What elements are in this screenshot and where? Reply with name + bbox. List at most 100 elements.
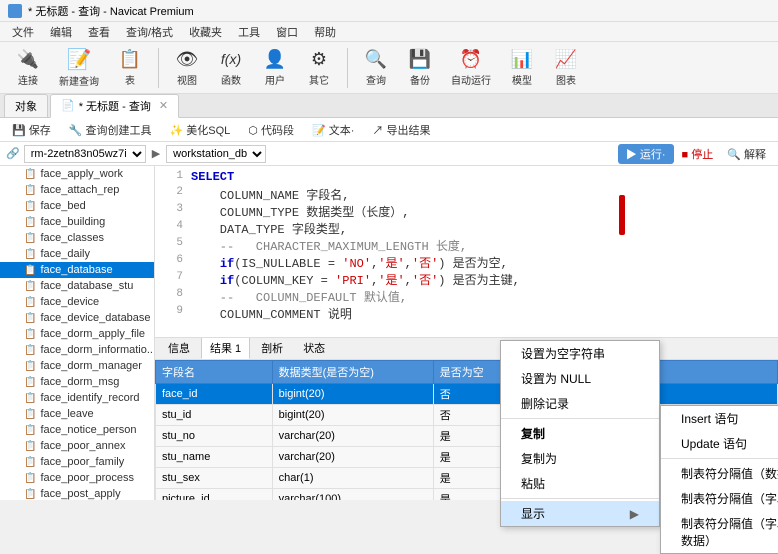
user-label: 用户 (265, 72, 285, 87)
table-button[interactable]: 📋 表 (110, 46, 150, 90)
col-header-type: 数据类型(是否为空) (272, 360, 433, 383)
tab-objects[interactable]: 对象 (4, 94, 48, 117)
ctx-show[interactable]: 显示 ▶ (501, 501, 659, 526)
other-button[interactable]: ⚙ 其它 (299, 46, 339, 90)
menu-view[interactable]: 查看 (80, 22, 118, 42)
ctx-sep2 (501, 498, 659, 499)
cell-type: char(1) (272, 467, 433, 488)
connect-button[interactable]: 🔌 连接 (8, 46, 48, 90)
arrow-icon: ▶ (150, 147, 162, 160)
tab-profile[interactable]: 剖析 (252, 338, 292, 360)
sub-ctx-tab-data[interactable]: 制表符分隔值（数据） (661, 461, 778, 486)
tab-info[interactable]: 信息 (159, 338, 199, 360)
save-button[interactable]: 💾 保存 (6, 121, 57, 139)
menu-help[interactable]: 帮助 (306, 22, 344, 42)
ctx-copy-label: 复制 (521, 425, 545, 442)
menu-file[interactable]: 文件 (4, 22, 42, 42)
function-button[interactable]: f(x) 函数 (211, 46, 251, 90)
sidebar-item-face-poor-process[interactable]: 📋 face_poor_process (0, 470, 154, 486)
menu-edit[interactable]: 编辑 (42, 22, 80, 42)
ctx-paste[interactable]: 粘贴 (501, 471, 659, 496)
tab-query-label: * 无标题 - 查询 (79, 98, 151, 114)
sidebar-item-face-leave[interactable]: 📋 face_leave (0, 406, 154, 422)
table-row[interactable]: face_id bigint(20) 否 是 ID (156, 383, 778, 404)
tab-query[interactable]: 📄 * 无标题 - 查询 ✕ (50, 94, 179, 118)
sub-ctx-sep (661, 458, 778, 459)
code-editor[interactable]: 1 SELECT 2 COLUMN_NAME 字段名, 3 COLUMN_TYP… (155, 166, 778, 338)
sidebar-item-face-classes[interactable]: 📋 face_classes (0, 230, 154, 246)
view-button[interactable]: 👁 视图 (167, 46, 207, 90)
chart-label: 图表 (556, 72, 576, 87)
tab-bar: 对象 📄 * 无标题 - 查询 ✕ (0, 94, 778, 118)
ctx-copy-as[interactable]: 复制为 (501, 446, 659, 471)
beautify-sql-button[interactable]: ✨ 美化SQL (164, 121, 237, 139)
cell-type: varchar(20) (272, 425, 433, 446)
menu-tools[interactable]: 工具 (230, 22, 268, 42)
stop-button[interactable]: ■ 停止 (678, 144, 718, 164)
tab-result1[interactable]: 结果 1 (201, 338, 250, 360)
sidebar-item-face-device-database[interactable]: 📋 face_device_database (0, 310, 154, 326)
query-builder-button[interactable]: 🔧 查询创建工具 (63, 121, 158, 139)
sidebar-item-face-device[interactable]: 📋 face_device (0, 294, 154, 310)
sidebar-item-label: face_dorm_apply_file (40, 328, 145, 340)
run-button[interactable]: ▶ 运行· (618, 144, 674, 164)
database-select[interactable]: workstation_db (166, 145, 266, 163)
connection-select[interactable]: rm-2zetn83n05wz7i (24, 145, 146, 163)
menu-favorites[interactable]: 收藏夹 (181, 22, 230, 42)
autorun-button[interactable]: ⏰ 自动运行 (444, 46, 498, 90)
tab-status[interactable]: 状态 (294, 338, 334, 360)
sidebar-item-face-notice-person[interactable]: 📋 face_notice_person (0, 422, 154, 438)
sub-ctx-tab-data-label: 制表符分隔值（数据） (681, 467, 778, 481)
sub-ctx-insert[interactable]: Insert 语句 (661, 406, 778, 431)
tab-close-icon[interactable]: ✕ (159, 99, 168, 112)
query-button[interactable]: 🔍 查询 (356, 46, 396, 90)
sidebar-item-face-daily[interactable]: 📋 face_daily (0, 246, 154, 262)
sidebar-item-face-poor-annex[interactable]: 📋 face_poor_annex (0, 438, 154, 454)
explain-button[interactable]: 🔍 解释 (721, 145, 772, 163)
sub-ctx-tab-both[interactable]: 制表符分隔值（字段名和数据） (661, 511, 778, 553)
ctx-delete-record[interactable]: 删除记录 (501, 391, 659, 416)
code-line-8: 8 -- COLUMN_DEFAULT 默认值, (159, 288, 774, 305)
sidebar-item-face-poor-family[interactable]: 📋 face_poor_family (0, 454, 154, 470)
user-button[interactable]: 👤 用户 (255, 46, 295, 90)
sidebar-item-face-dorm-manager[interactable]: 📋 face_dorm_manager (0, 358, 154, 374)
sidebar-item-label: face_notice_person (40, 424, 136, 436)
backup-button[interactable]: 💾 备份 (400, 46, 440, 90)
sub-ctx-tab-field-names[interactable]: 制表符分隔值（字段名） (661, 486, 778, 511)
text-button[interactable]: 📝 文本· (306, 121, 360, 139)
col-header-field: 字段名 (156, 360, 273, 383)
menu-query-format[interactable]: 查询/格式 (118, 22, 181, 42)
export-results-button[interactable]: ↗ 导出结果 (366, 121, 436, 139)
table-icon: 📋 (24, 489, 36, 500)
sidebar-item-face-dorm-apply-file[interactable]: 📋 face_dorm_apply_file (0, 326, 154, 342)
ctx-show-label: 显示 (521, 505, 545, 522)
cell-type: varchar(100) (272, 488, 433, 500)
table-icon: 📋 (24, 185, 36, 196)
code-snippet-button[interactable]: ⬡ 代码段 (242, 121, 300, 139)
model-button[interactable]: 📊 模型 (502, 46, 542, 90)
model-icon: 📊 (510, 49, 534, 70)
ctx-copy[interactable]: 复制 (501, 421, 659, 446)
sidebar-item-face-post-apply[interactable]: 📋 face_post_apply (0, 486, 154, 500)
toolbar: 🔌 连接 📝 新建查询 📋 表 👁 视图 f(x) 函数 👤 用户 ⚙ 其它 🔍… (0, 42, 778, 94)
sidebar-item-face-database-stu[interactable]: 📋 face_database_stu (0, 278, 154, 294)
sidebar-item-face-apply-work[interactable]: 📋 face_apply_work (0, 166, 154, 182)
sidebar-item-face-building[interactable]: 📋 face_building (0, 214, 154, 230)
sub-ctx-update[interactable]: Update 语句 (661, 431, 778, 456)
ctx-set-null[interactable]: 设置为 NULL (501, 366, 659, 391)
sidebar-item-face-database[interactable]: 📋 face_database (0, 262, 154, 278)
menu-window[interactable]: 窗口 (268, 22, 306, 42)
toolbar-sep2 (347, 48, 348, 88)
new-query-button[interactable]: 📝 新建查询 (52, 46, 106, 90)
ctx-delete-record-label: 删除记录 (521, 395, 569, 412)
chart-button[interactable]: 📈 图表 (546, 46, 586, 90)
sidebar-item-face-attach-rep[interactable]: 📋 face_attach_rep (0, 182, 154, 198)
sidebar-item-face-dorm-information[interactable]: 📋 face_dorm_informatio... (0, 342, 154, 358)
user-icon: 👤 (263, 49, 287, 70)
sidebar-item-face-bed[interactable]: 📋 face_bed (0, 198, 154, 214)
sub-ctx-insert-label: Insert 语句 (681, 412, 738, 426)
autorun-label: 自动运行 (451, 72, 491, 87)
ctx-set-empty-string[interactable]: 设置为空字符串 (501, 341, 659, 366)
sidebar-item-face-dorm-msg[interactable]: 📋 face_dorm_msg (0, 374, 154, 390)
sidebar-item-face-identify-record[interactable]: 📋 face_identify_record (0, 390, 154, 406)
